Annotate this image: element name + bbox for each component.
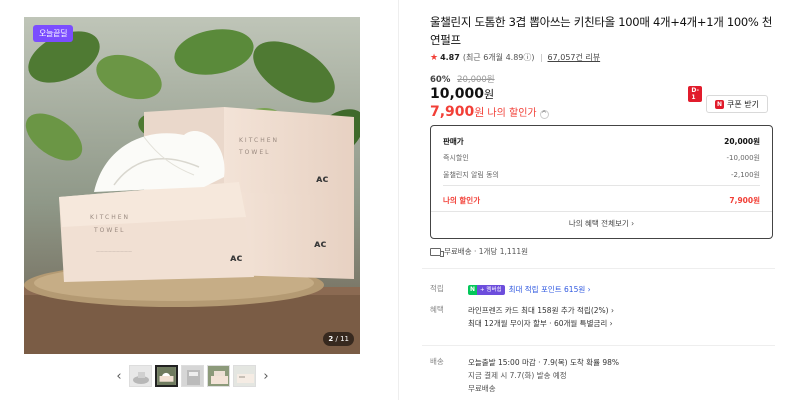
tissue-product-photo: KITCHEN TOWEL ᴀᴄ ᴀᴄ KITCHEN TOWEL ——————…	[24, 17, 360, 354]
price-row-instant-discount: 즉시할인 -10,000원	[443, 153, 760, 163]
card-benefit-link[interactable]: 라인프렌즈 카드 최대 158원 추가 적립(2%) ›	[468, 304, 614, 317]
shipping-summary: 무료배송 · 1개당 1,111원	[430, 246, 528, 257]
price-row-value: 20,000원	[724, 137, 760, 146]
divider	[422, 268, 775, 269]
price-row-label: 판매가	[443, 137, 464, 146]
rating-detail[interactable]: (최근 6개월 4.89ⓘ)	[463, 52, 535, 63]
my-price-unit: 원	[474, 106, 485, 119]
price-row-value: -2,100원	[730, 171, 760, 179]
divider	[431, 211, 772, 212]
svg-text:KITCHEN: KITCHEN	[90, 214, 130, 221]
discount-rate: 60%	[430, 75, 451, 85]
svg-text:—————————: —————————	[96, 249, 132, 254]
installment-benefit-link[interactable]: 최대 12개월 무이자 할부 · 60개월 특별금리 ›	[468, 317, 614, 330]
delivery-ship-date: 지금 결제 시 7.7(화) 발송 예정	[468, 371, 567, 380]
shipping-summary-text: 무료배송 · 1개당 1,111원	[444, 247, 529, 256]
image-counter-current: 2	[328, 335, 334, 343]
delivery-deadline: 오늘출발 15:00 마감 · 7.9(목) 도착 확률 98%	[468, 358, 620, 367]
thumbnail-selected[interactable]	[155, 365, 178, 387]
my-price-label: 나의 할인가	[487, 108, 537, 119]
points-body[interactable]: N + 멤버쉽 최대 적립 포인트 615원 ›	[468, 283, 591, 296]
separator	[540, 53, 542, 62]
points-label: 적립	[430, 284, 444, 293]
thumbnail-next-button[interactable]: ›	[259, 365, 273, 387]
star-icon: ★	[430, 52, 439, 63]
max-points-link[interactable]: 최대 적립 포인트 615원 ›	[509, 285, 591, 294]
all-benefits-link[interactable]: 나의 혜택 전체보기 ›	[431, 218, 772, 229]
svg-text:TOWEL: TOWEL	[238, 149, 270, 156]
price-row-list: 판매가 20,000원	[443, 136, 760, 147]
coupon-download-button[interactable]: N 쿠폰 받기	[706, 95, 768, 113]
delivery-fee: 무료배송	[468, 384, 496, 393]
naver-n-icon: N	[468, 285, 478, 295]
today-deal-badge: 오늘끝딜	[33, 25, 74, 42]
divider	[443, 185, 760, 186]
coupon-button-label: 쿠폰 받기	[727, 99, 759, 109]
rating-value: 4.87	[440, 53, 460, 62]
final-price-value: 7,900원	[729, 196, 760, 205]
price-row-final: 나의 할인가 7,900원	[443, 195, 760, 206]
price-row-label: 울챌린지 알림 동의	[443, 171, 499, 179]
membership-icon: + 멤버쉽	[477, 285, 505, 295]
svg-text:KITCHEN: KITCHEN	[239, 137, 279, 144]
divider	[422, 345, 775, 346]
price-breakdown-box: 판매가 20,000원 즉시할인 -10,000원 울챌린지 알림 동의 -2,…	[430, 125, 773, 239]
svg-text:ᴀᴄ: ᴀᴄ	[314, 239, 327, 250]
coupon-dday-badge: D-1	[688, 86, 702, 102]
naver-n-icon: N	[714, 99, 725, 109]
delivery-body: 오늘출발 15:00 마감 · 7.9(목) 도착 확률 98% 지금 결제 시…	[468, 356, 619, 395]
my-price-amount: 7,900	[430, 104, 475, 120]
svg-text:ᴀᴄ: ᴀᴄ	[230, 253, 243, 264]
delivery-label: 배송	[430, 357, 444, 366]
svg-text:TOWEL: TOWEL	[93, 227, 125, 234]
discount-row: 60% 20,000원	[430, 73, 495, 85]
thumbnail[interactable]	[233, 365, 256, 387]
image-counter: 2 / 11	[323, 332, 354, 346]
benefits-body: 라인프렌즈 카드 최대 158원 추가 적립(2%) › 최대 12개월 무이자…	[468, 304, 614, 330]
price-row-notification-discount: 울챌린지 알림 동의 -2,100원	[443, 170, 760, 180]
sale-price: 10,000원	[430, 86, 494, 102]
thumbnail[interactable]	[207, 365, 230, 387]
original-price: 20,000원	[457, 75, 495, 85]
rating-row: ★ 4.87 (최근 6개월 4.89ⓘ) 67,057건 리뷰	[430, 52, 600, 63]
thumbnail[interactable]	[129, 365, 152, 387]
thumbnail-strip: ‹ ›	[112, 365, 273, 387]
thumbnail[interactable]	[181, 365, 204, 387]
svg-text:ᴀᴄ: ᴀᴄ	[316, 174, 329, 185]
final-price-label: 나의 할인가	[443, 196, 481, 205]
sale-price-unit: 원	[484, 88, 495, 101]
column-divider	[398, 0, 399, 400]
sale-price-amount: 10,000	[430, 86, 485, 102]
truck-icon	[430, 247, 444, 257]
thumbnail-prev-button[interactable]: ‹	[112, 365, 126, 387]
naver-pay-badge: N + 멤버쉽	[468, 285, 505, 295]
chevron-up-icon[interactable]: ^	[539, 109, 549, 119]
product-title: 울챌린지 도톰한 3겹 뽑아쓰는 키친타올 100매 4개+4개+1개 100%…	[430, 15, 773, 47]
price-row-label: 즉시할인	[443, 154, 469, 162]
my-discount-price[interactable]: 7,900 원 나의 할인가 ^	[430, 104, 549, 120]
benefits-label: 혜택	[430, 305, 444, 314]
product-main-image[interactable]: KITCHEN TOWEL ᴀᴄ ᴀᴄ KITCHEN TOWEL ——————…	[24, 17, 360, 354]
review-count-link[interactable]: 67,057건 리뷰	[548, 52, 601, 63]
image-counter-total: / 11	[335, 335, 350, 343]
price-row-value: -10,000원	[726, 154, 760, 162]
